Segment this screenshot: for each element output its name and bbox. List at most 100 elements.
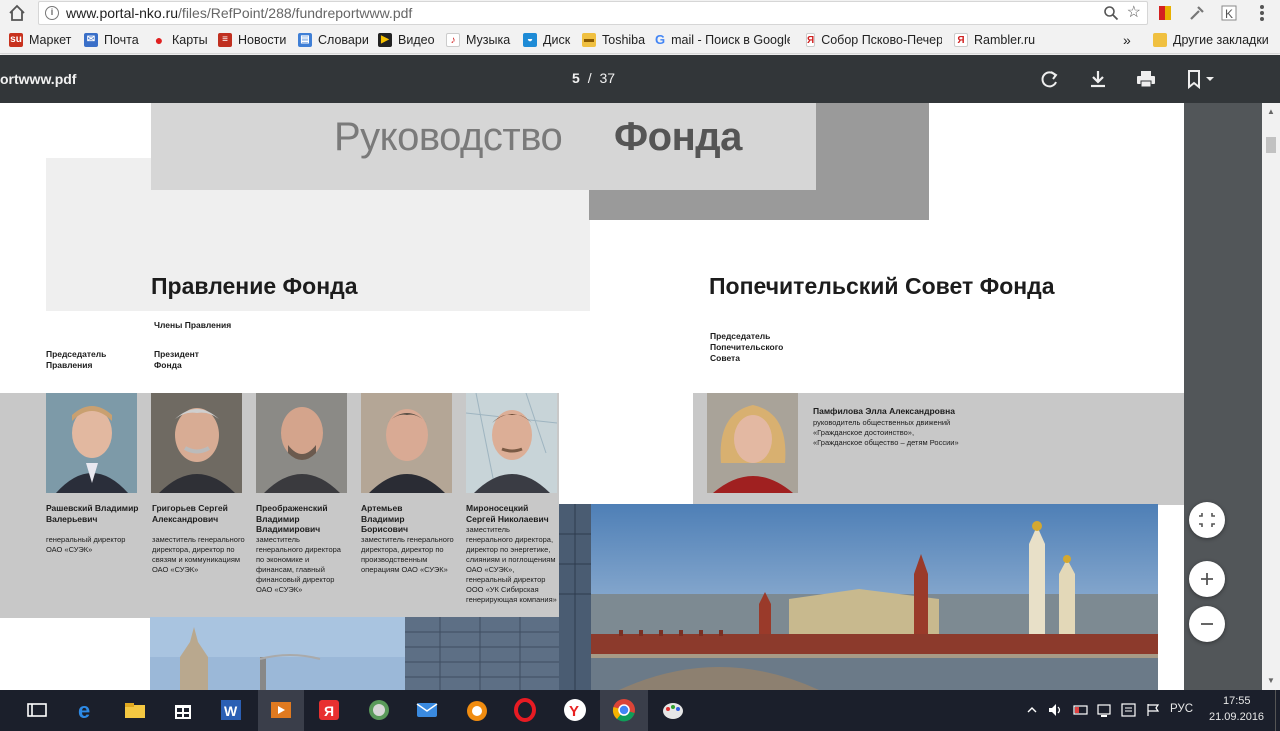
- rotate-icon[interactable]: [1038, 67, 1062, 91]
- flag-icon[interactable]: [1144, 702, 1162, 718]
- bookmark-toshiba[interactable]: ▬ Toshiba: [582, 32, 645, 48]
- bookmark-sobor[interactable]: Я Собор Псково-Печер: [806, 32, 942, 48]
- bookmarks-overflow-button[interactable]: »: [1123, 32, 1131, 48]
- bookmark-label: Маркет: [29, 33, 72, 47]
- mail-app-icon[interactable]: [414, 697, 440, 723]
- bookmark-label: Rambler.ru: [974, 33, 1036, 47]
- taskbar: e W Я Y РУС 17:55 21.09.2016: [0, 690, 1280, 731]
- address-bar: i www.portal-nko.ru/files/RefPoint/288/f…: [0, 0, 1280, 26]
- scroll-thumb[interactable]: [1266, 137, 1276, 153]
- store-icon[interactable]: [170, 697, 196, 723]
- paint-icon[interactable]: [660, 697, 686, 723]
- person-role: генеральный директор ОАО «СУЭК»: [46, 535, 126, 554]
- bookmark-dictionary[interactable]: ▤ Словари: [298, 32, 369, 48]
- bookmark-label: mail - Поиск в Google: [671, 33, 790, 47]
- app-circle-icon[interactable]: [366, 697, 392, 723]
- extension-k-icon[interactable]: K: [1220, 4, 1238, 22]
- url-text: www.portal-nko.ru/files/RefPoint/288/fun…: [66, 5, 412, 21]
- game-app-icon[interactable]: [464, 697, 490, 723]
- portrait-pamfilova: [707, 393, 798, 493]
- clock-time[interactable]: 17:55: [1223, 695, 1251, 707]
- page-current-input[interactable]: 5: [572, 70, 580, 86]
- bookmark-music[interactable]: ♪ Музыка: [446, 32, 510, 48]
- word-icon[interactable]: W: [218, 697, 244, 723]
- market-icon: su: [9, 33, 23, 47]
- print-icon[interactable]: [1134, 67, 1158, 91]
- disk-icon: ◒: [523, 33, 537, 47]
- chevron-up-icon[interactable]: [1026, 704, 1038, 716]
- bookmark-label: Видео: [398, 33, 435, 47]
- plus-icon: [1201, 573, 1213, 585]
- url-input[interactable]: i www.portal-nko.ru/files/RefPoint/288/f…: [38, 1, 1148, 25]
- bookmark-video[interactable]: ▶ Видео: [378, 32, 435, 48]
- scroll-up-icon[interactable]: ▲: [1266, 107, 1276, 117]
- viewer-gutter: [1184, 103, 1262, 690]
- file-explorer-icon[interactable]: [122, 697, 148, 723]
- menu-icon[interactable]: [1260, 5, 1264, 21]
- bookmark-label: Карты: [172, 33, 208, 47]
- scroll-down-icon[interactable]: ▼: [1266, 676, 1276, 686]
- home-icon[interactable]: [6, 2, 28, 24]
- bookmark-rambler[interactable]: Я Rambler.ru: [954, 32, 1035, 48]
- bookmark-disk[interactable]: ◒ Диск: [523, 32, 570, 48]
- mail-icon: ✉: [84, 33, 98, 47]
- edge-icon[interactable]: e: [74, 697, 100, 723]
- page-separator: /: [587, 70, 592, 86]
- yandex-icon: Я: [806, 33, 816, 47]
- search-icon[interactable]: [1103, 5, 1119, 21]
- chairman-label: Председатель Правления: [46, 349, 107, 370]
- map-pin-icon: ●: [154, 32, 164, 48]
- show-desktop-button[interactable]: [1275, 690, 1280, 731]
- other-bookmarks-folder[interactable]: Другие закладки: [1153, 32, 1269, 48]
- bookmark-mail[interactable]: ✉ Почта: [84, 32, 139, 48]
- bookmark-maps[interactable]: ● Карты: [152, 32, 208, 48]
- media-player-icon[interactable]: [268, 697, 294, 723]
- url-path: /files/RefPoint/288/fundreportwww.pdf: [178, 5, 413, 21]
- svg-text:e: e: [78, 698, 90, 723]
- fit-page-icon: [1199, 513, 1215, 527]
- volume-icon[interactable]: [1047, 702, 1065, 718]
- vertical-scrollbar[interactable]: ▲ ▼: [1262, 103, 1280, 690]
- bookmark-label: Диск: [543, 33, 571, 47]
- bookmark-google-search[interactable]: Gmail - Поиск в Google: [655, 32, 790, 48]
- clock-date[interactable]: 21.09.2016: [1209, 711, 1264, 723]
- pdf-viewer[interactable]: Руководство Фонда Правление Фонда Попечи…: [0, 103, 1184, 690]
- yandex-browser-icon[interactable]: Я: [316, 697, 342, 723]
- task-view-icon[interactable]: [24, 697, 50, 723]
- star-icon[interactable]: ☆: [1127, 4, 1141, 22]
- portrait-rashevsky: [46, 393, 137, 493]
- bookmark-label: Собор Псково-Печер: [821, 33, 942, 47]
- page-indicator: 5 / 37: [572, 70, 615, 86]
- extension-flag-icon[interactable]: [1156, 4, 1174, 22]
- zoom-out-button[interactable]: [1189, 606, 1225, 642]
- page-total: 37: [599, 70, 616, 86]
- pdf-page: Руководство Фонда Правление Фонда Попечи…: [0, 103, 1184, 690]
- battery-icon[interactable]: [1072, 702, 1090, 718]
- pdf-toolbar: ortwww.pdf 5 / 37: [0, 55, 1280, 103]
- pdf-title: ortwww.pdf: [0, 71, 77, 87]
- opera-icon[interactable]: [512, 697, 538, 723]
- download-icon[interactable]: [1086, 67, 1110, 91]
- city-photo: [150, 617, 559, 690]
- yandex-icon[interactable]: Y: [562, 697, 588, 723]
- bookmark-label: Музыка: [466, 33, 511, 47]
- video-icon: ▶: [378, 33, 392, 47]
- dictionary-icon: ▤: [298, 33, 312, 47]
- bookmark-dropdown-icon[interactable]: [1184, 67, 1220, 91]
- network-icon[interactable]: [1096, 702, 1114, 718]
- notification-icon[interactable]: [1120, 702, 1138, 718]
- trustees-title: Попечительский Совет Фонда: [709, 273, 1055, 299]
- bookmark-market[interactable]: su Маркет: [9, 32, 71, 48]
- chrome-icon[interactable]: [611, 697, 637, 723]
- language-indicator[interactable]: РУС: [1170, 703, 1193, 715]
- page-heading-light: Руководство: [334, 115, 563, 159]
- folder-icon: ▬: [582, 33, 596, 47]
- other-bookmarks-label: Другие закладки: [1173, 33, 1269, 47]
- news-icon: ≡: [218, 33, 232, 47]
- info-icon[interactable]: i: [45, 6, 59, 20]
- bookmark-news[interactable]: ≡ Новости: [218, 32, 286, 48]
- fit-to-page-button[interactable]: [1189, 502, 1225, 538]
- bookmark-label: Новости: [238, 33, 287, 47]
- zoom-in-button[interactable]: [1189, 561, 1225, 597]
- extension-tool-icon[interactable]: [1188, 4, 1206, 22]
